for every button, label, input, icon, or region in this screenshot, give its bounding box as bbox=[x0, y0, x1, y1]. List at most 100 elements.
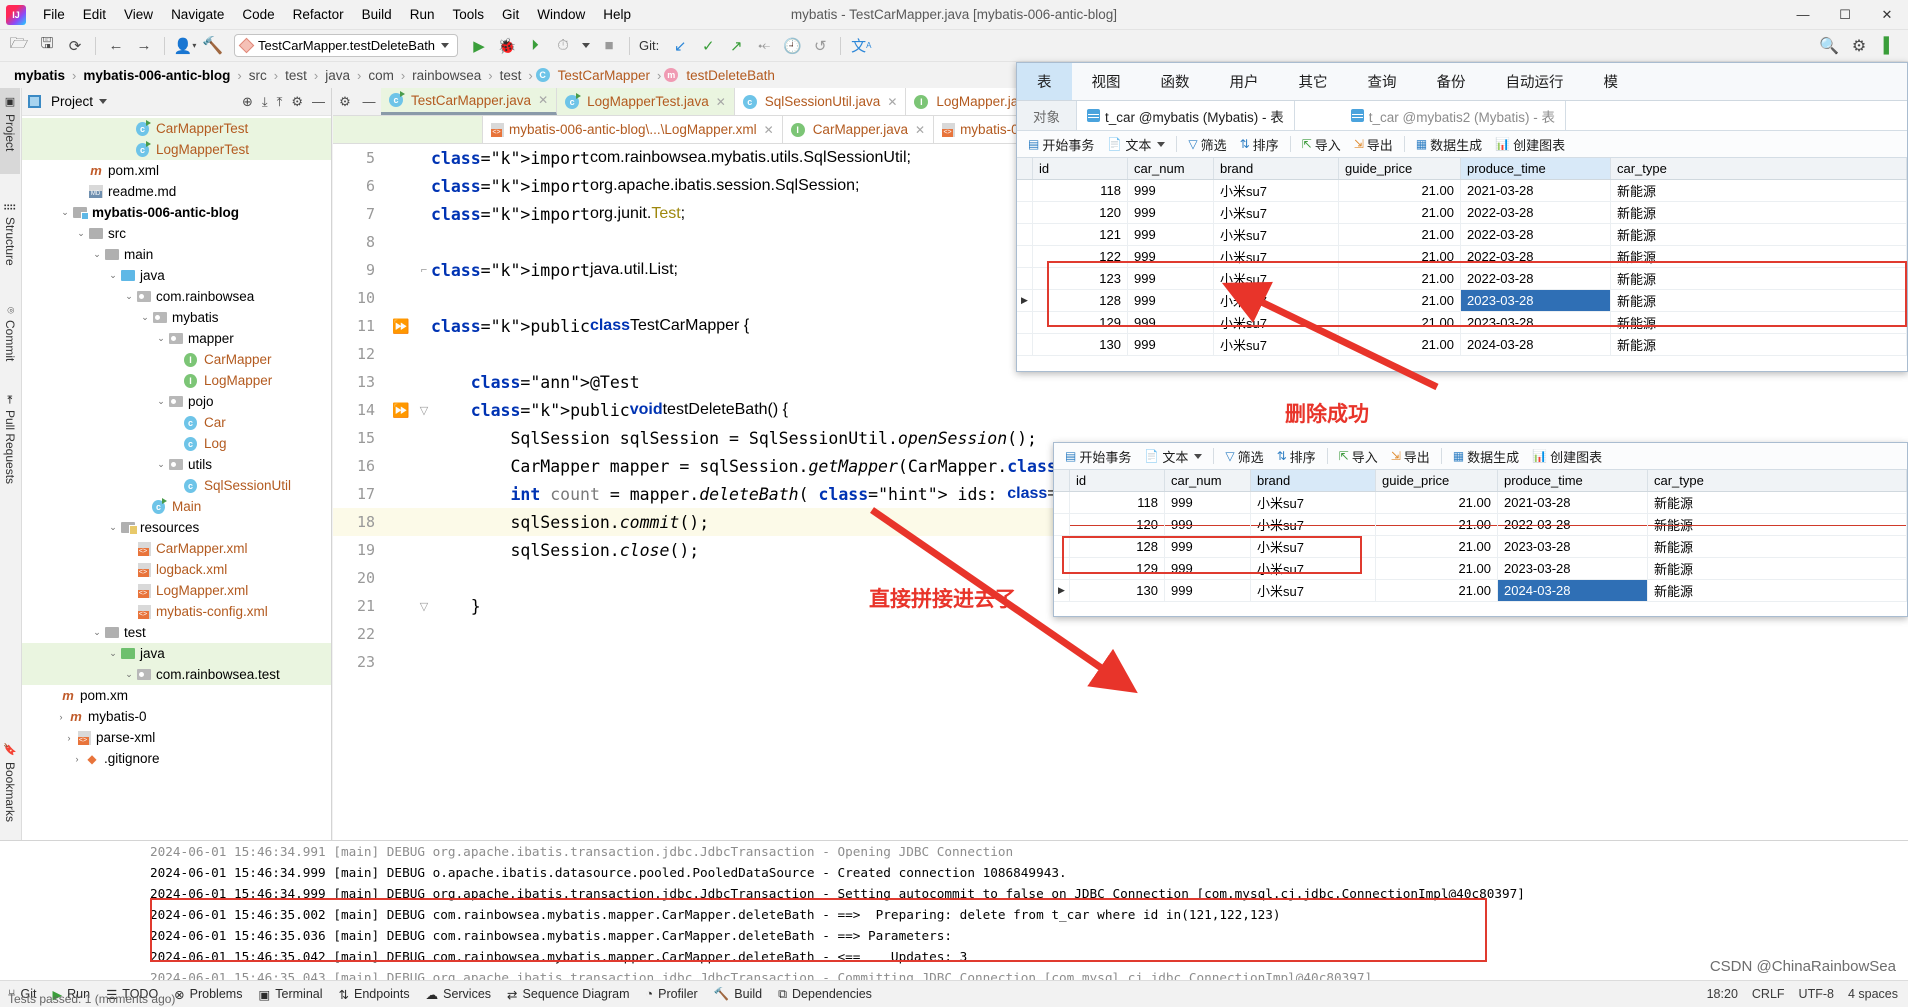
column-header-guide_price[interactable]: guide_price bbox=[1339, 158, 1461, 179]
breadcrumb-item-5[interactable]: com bbox=[364, 68, 398, 83]
project-tree-item[interactable]: logback.xml bbox=[22, 559, 331, 580]
stop-button[interactable]: ■ bbox=[596, 33, 622, 59]
tree-expand-arrow[interactable]: › bbox=[62, 733, 76, 743]
navicat-button-7[interactable]: 📊 创建图表 bbox=[1527, 445, 1607, 468]
project-tree-item[interactable]: ⌄ com.rainbowsea.test bbox=[22, 664, 331, 685]
navicat-button-1[interactable]: 📄 文本 bbox=[1102, 133, 1170, 156]
project-tree-item[interactable]: ⌄ main bbox=[22, 244, 331, 265]
rail-tab-commit[interactable]: ⌾ Commit bbox=[0, 300, 20, 388]
rail-tab-bookmarks[interactable]: 🔖 Bookmarks bbox=[0, 736, 20, 840]
cell-id[interactable]: 120 bbox=[1070, 514, 1165, 535]
code-line[interactable]: 14 ⏩ ▽ class="k">public void testDeleteBat… bbox=[333, 396, 1908, 424]
git-push-icon[interactable]: ↗ bbox=[723, 33, 749, 59]
fold-icon[interactable]: ▽ bbox=[420, 600, 428, 613]
run-gutter-icon[interactable]: ⏩ bbox=[392, 402, 409, 419]
project-tree-item[interactable]: I CarMapper bbox=[22, 349, 331, 370]
navicat-tab-4[interactable]: 其它 bbox=[1279, 63, 1348, 100]
project-tree-item[interactable]: c Main bbox=[22, 496, 331, 517]
navicat-button-0[interactable]: ▤ 开始事务 bbox=[1023, 133, 1099, 156]
table-row[interactable]: 122 999 小米su7 21.00 2022-03-28 新能源 bbox=[1017, 246, 1907, 268]
debug-icon[interactable]: 🐞 bbox=[494, 33, 520, 59]
status-profiler[interactable]: ◔ Profiler bbox=[646, 987, 698, 1001]
cell-id[interactable]: 130 bbox=[1070, 580, 1165, 601]
cell-car_type[interactable]: 新能源 bbox=[1611, 202, 1907, 223]
close-icon[interactable]: ✕ bbox=[538, 93, 548, 107]
editor-tab[interactable]: I CarMapper.java ✕ bbox=[782, 116, 935, 143]
project-tree-item[interactable]: ⌄ java bbox=[22, 265, 331, 286]
hide-panel-icon[interactable]: — bbox=[312, 94, 325, 110]
cell-guide_price[interactable]: 21.00 bbox=[1339, 180, 1461, 201]
navicat-window-secondary[interactable]: ▤ 开始事务 📄 文本 ▽ 筛选 ⇅ 排序 ⇱ 导入 ⇲ 导出 ▦ 数据生成 📊 创建图表 id car_num… bbox=[1053, 442, 1908, 617]
project-tree-item[interactable]: CarMapper.xml bbox=[22, 538, 331, 559]
chevron-down-icon[interactable] bbox=[582, 43, 591, 48]
cell-guide_price[interactable]: 21.00 bbox=[1339, 268, 1461, 289]
breadcrumb-item-7[interactable]: test bbox=[496, 68, 526, 83]
breadcrumb-item-6[interactable]: rainbowsea bbox=[408, 68, 485, 83]
project-tree-item[interactable]: ⌄ mapper bbox=[22, 328, 331, 349]
navicat-data-grid-1[interactable]: id car_num brand guide_price produce_time car… bbox=[1017, 158, 1907, 356]
cell-brand[interactable]: 小米su7 bbox=[1214, 312, 1339, 333]
project-tree-item[interactable]: ⌄ pojo bbox=[22, 391, 331, 412]
maximize-button[interactable]: ☐ bbox=[1824, 0, 1866, 30]
project-tree-item[interactable]: c Car bbox=[22, 412, 331, 433]
project-tree-item[interactable]: c CarMapperTest bbox=[22, 118, 331, 139]
menu-window[interactable]: Window bbox=[528, 3, 594, 26]
cell-produce_time[interactable]: 2022-03-28 bbox=[1498, 514, 1648, 535]
status-sequence-diagram[interactable]: ⇄ Sequence Diagram bbox=[507, 987, 630, 1002]
menu-refactor[interactable]: Refactor bbox=[284, 3, 353, 26]
status-encoding[interactable]: UTF-8 bbox=[1799, 987, 1834, 1001]
navicat-button-3[interactable]: ⇅ 排序 bbox=[1272, 445, 1321, 468]
status-indent[interactable]: 4 spaces bbox=[1848, 987, 1898, 1001]
column-header-brand[interactable]: brand bbox=[1251, 470, 1376, 491]
menu-run[interactable]: Run bbox=[401, 3, 444, 26]
navicat-tab-6[interactable]: 备份 bbox=[1417, 63, 1486, 100]
tree-expand-arrow[interactable]: › bbox=[54, 712, 68, 722]
navicat-button-0[interactable]: ▤ 开始事务 bbox=[1060, 445, 1136, 468]
navicat-button-5[interactable]: ⇲ 导出 bbox=[1349, 133, 1398, 156]
cell-brand[interactable]: 小米su7 bbox=[1251, 514, 1376, 535]
navicat-tab-2[interactable]: 函数 bbox=[1141, 63, 1210, 100]
cell-guide_price[interactable]: 21.00 bbox=[1376, 536, 1498, 557]
column-header-car_type[interactable]: car_type bbox=[1611, 158, 1907, 179]
status-build[interactable]: 🔨 Build bbox=[714, 987, 762, 1002]
collapse-all-icon[interactable]: ⤒ bbox=[277, 94, 283, 110]
cell-id[interactable]: 123 bbox=[1033, 268, 1128, 289]
cell-car_num[interactable]: 999 bbox=[1165, 580, 1251, 601]
chevron-down-icon[interactable] bbox=[1194, 453, 1203, 459]
code-line[interactable]: 23 bbox=[333, 648, 1908, 676]
close-button[interactable]: ✕ bbox=[1866, 0, 1908, 30]
tree-expand-arrow[interactable]: ⌄ bbox=[74, 228, 88, 239]
cell-car_num[interactable]: 999 bbox=[1165, 514, 1251, 535]
run-button[interactable]: ▶ bbox=[466, 33, 492, 59]
project-tree-item[interactable]: ⌄ test bbox=[22, 622, 331, 643]
ide-extra-icon[interactable]: ▌ bbox=[1876, 33, 1902, 59]
editor-settings-icon[interactable]: ⚙ bbox=[333, 88, 357, 115]
menu-git[interactable]: Git bbox=[493, 3, 528, 26]
tree-expand-arrow[interactable]: ⌄ bbox=[154, 333, 168, 344]
cell-car_type[interactable]: 新能源 bbox=[1611, 290, 1907, 311]
sync-icon[interactable]: ⟳ bbox=[62, 33, 88, 59]
column-header-produce_time[interactable]: produce_time bbox=[1498, 470, 1648, 491]
cell-car_type[interactable]: 新能源 bbox=[1611, 312, 1907, 333]
code-line[interactable]: 22 bbox=[333, 620, 1908, 648]
cell-id[interactable]: 118 bbox=[1033, 180, 1128, 201]
column-header-brand[interactable]: brand bbox=[1214, 158, 1339, 179]
git-rollback-icon[interactable]: ↺ bbox=[807, 33, 833, 59]
cell-id[interactable]: 118 bbox=[1070, 492, 1165, 513]
column-header-car_num[interactable]: car_num bbox=[1128, 158, 1214, 179]
project-tree-item[interactable]: › ◆ .gitignore bbox=[22, 748, 331, 769]
navicat-button-4[interactable]: ⇱ 导入 bbox=[1334, 445, 1383, 468]
editor-tab[interactable]: mybatis-006-antic-blog\...\LogMapper.xml… bbox=[483, 116, 783, 143]
breadcrumb-item-4[interactable]: java bbox=[321, 68, 354, 83]
project-tree-item[interactable]: ⌄ utils bbox=[22, 454, 331, 475]
navicat-button-5[interactable]: ⇲ 导出 bbox=[1386, 445, 1435, 468]
back-arrow-icon[interactable]: ← bbox=[103, 33, 129, 59]
table-row[interactable]: 129 999 小米su7 21.00 2023-03-28 新能源 bbox=[1017, 312, 1907, 334]
rail-tab-structure[interactable]: ⣿ Structure bbox=[0, 196, 20, 300]
cell-car_type[interactable]: 新能源 bbox=[1648, 580, 1907, 601]
cell-car_num[interactable]: 999 bbox=[1128, 268, 1214, 289]
navicat-data-grid-2[interactable]: id car_num brand guide_price produce_time car… bbox=[1054, 470, 1907, 602]
tree-expand-arrow[interactable]: ⌄ bbox=[154, 459, 168, 470]
status-terminal[interactable]: ▣ Terminal bbox=[258, 987, 322, 1002]
cell-brand[interactable]: 小米su7 bbox=[1251, 558, 1376, 579]
